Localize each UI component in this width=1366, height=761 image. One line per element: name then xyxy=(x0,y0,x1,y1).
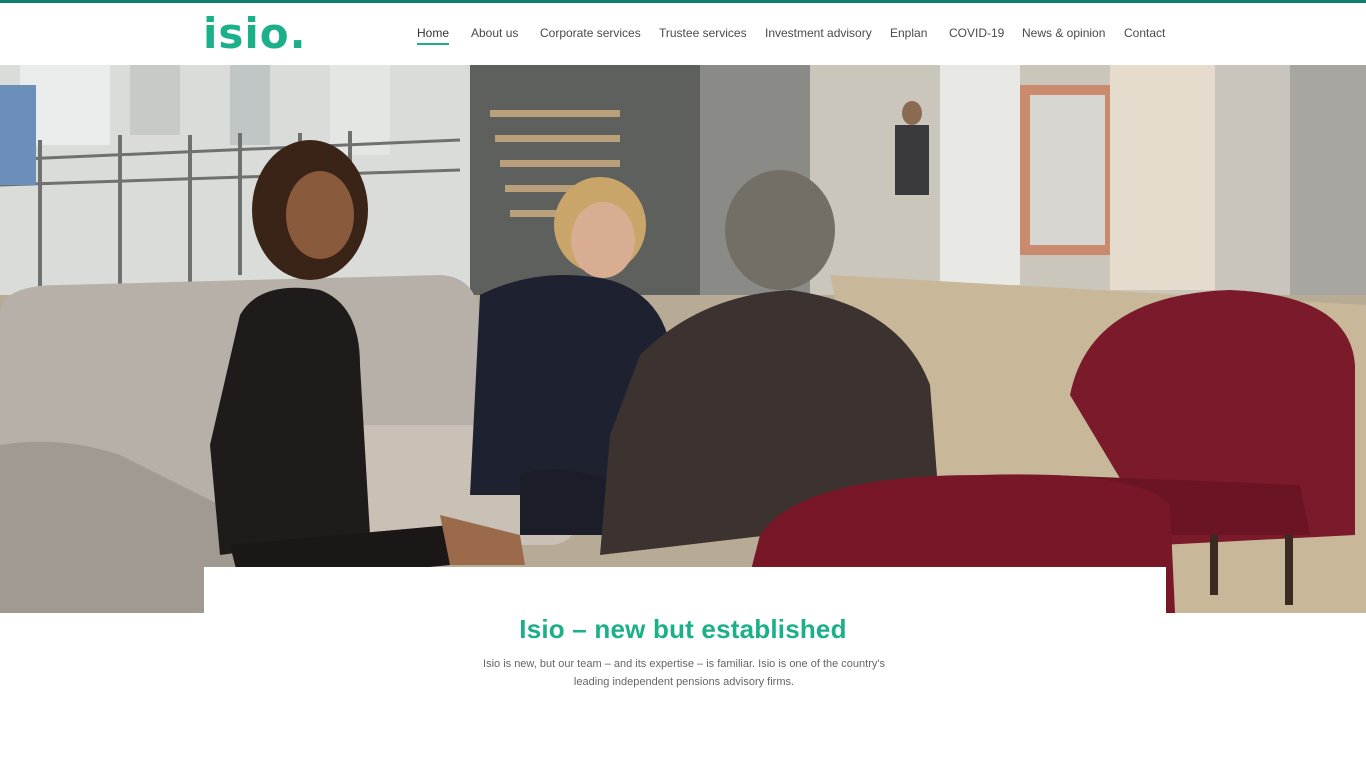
nav-contact[interactable]: Contact xyxy=(1124,26,1165,40)
intro-headline: Isio – new but established xyxy=(519,614,847,644)
site-header: isio. Home About us Corporate services T… xyxy=(0,3,1366,65)
nav-corporate-services[interactable]: Corporate services xyxy=(540,26,641,40)
nav-about-us[interactable]: About us xyxy=(471,26,518,40)
nav-trustee-services[interactable]: Trustee services xyxy=(659,26,747,40)
hero-image xyxy=(0,65,1366,613)
intro-body: Isio is new, but our team – and its expe… xyxy=(483,658,885,688)
main-navigation: Home About us Corporate services Trustee… xyxy=(0,3,1366,65)
nav-investment-advisory[interactable]: Investment advisory xyxy=(765,26,872,40)
nav-home[interactable]: Home xyxy=(417,26,450,45)
office-meeting-illustration xyxy=(0,65,1366,613)
nav-covid-19[interactable]: COVID-19 xyxy=(949,26,1004,40)
nav-news-opinion[interactable]: News & opinion xyxy=(1022,26,1105,40)
nav-enplan[interactable]: Enplan xyxy=(890,26,927,40)
